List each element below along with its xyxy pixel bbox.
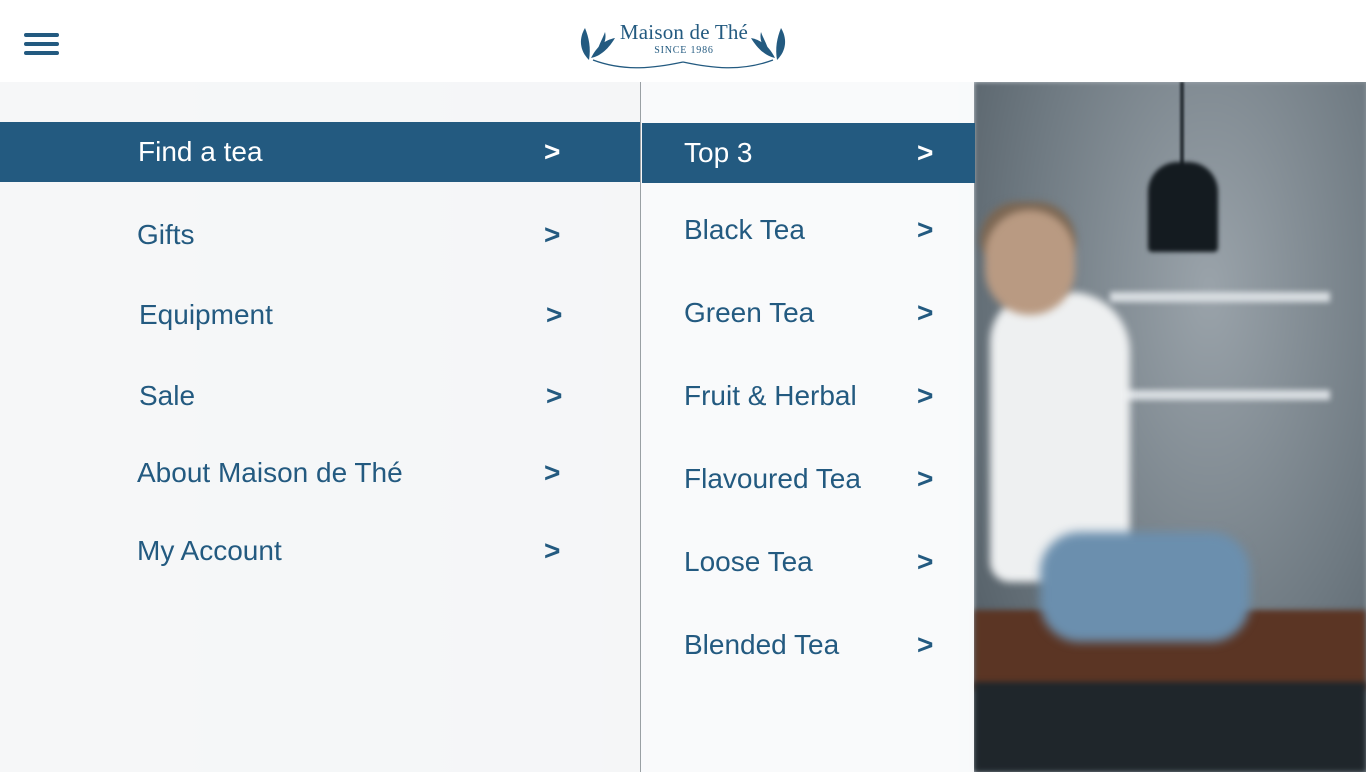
chevron-right-icon: > [917, 629, 934, 660]
hamburger-line [24, 42, 59, 46]
submenu-item-blended-tea[interactable]: Blended Tea > [642, 615, 975, 675]
hamburger-line [24, 51, 59, 55]
submenu-item-label: Black Tea [684, 214, 805, 245]
counter-shadow [974, 682, 1366, 772]
chevron-right-icon: > [917, 463, 934, 494]
person-jeans [1040, 532, 1250, 642]
menu-item-label: Gifts [137, 219, 195, 250]
chevron-right-icon: > [917, 546, 934, 577]
submenu-item-top-3[interactable]: Top 3 > [642, 123, 975, 183]
main-menu: Find a tea > Gifts > Equipment > Sale > … [0, 82, 640, 772]
chevron-right-icon: > [917, 297, 934, 328]
submenu-item-label: Blended Tea [684, 629, 840, 660]
menu-item-about[interactable]: About Maison de Thé > [0, 443, 640, 503]
chevron-right-icon: > [546, 299, 563, 330]
chevron-right-icon: > [544, 219, 561, 250]
menu-item-label: Find a tea [138, 136, 263, 167]
menu-item-label: Sale [139, 380, 196, 411]
submenu-item-label: Top 3 [684, 137, 753, 168]
chevron-right-icon: > [544, 535, 561, 566]
menu-item-gifts[interactable]: Gifts > [0, 205, 640, 265]
pendant-lamp [1148, 162, 1218, 252]
site-header: Maison de Thé SINCE 1986 [0, 0, 1366, 82]
submenu-item-flavoured-tea[interactable]: Flavoured Tea > [642, 449, 975, 509]
chevron-right-icon: > [917, 137, 934, 168]
submenu-item-black-tea[interactable]: Black Tea > [642, 200, 975, 260]
menu-item-label: My Account [137, 535, 282, 566]
lamp-cord [1180, 82, 1184, 172]
chevron-right-icon: > [546, 380, 563, 411]
submenu-item-label: Fruit & Herbal [684, 380, 857, 411]
menu-item-equipment[interactable]: Equipment > [0, 285, 640, 345]
shelf [1110, 390, 1330, 400]
menu-item-label: About Maison de Thé [137, 457, 403, 488]
shelf [1110, 292, 1330, 302]
submenu-item-fruit-herbal[interactable]: Fruit & Herbal > [642, 366, 975, 426]
brand-since: SINCE 1986 [654, 45, 714, 56]
chevron-right-icon: > [917, 214, 934, 245]
chevron-right-icon: > [544, 136, 561, 167]
submenu-item-label: Green Tea [684, 297, 815, 328]
menu-item-find-a-tea[interactable]: Find a tea > [0, 122, 640, 182]
brand-logo[interactable]: Maison de Thé SINCE 1986 [575, 16, 791, 72]
menu-item-my-account[interactable]: My Account > [0, 521, 640, 581]
person-head [985, 210, 1075, 315]
sub-menu: Top 3 > Black Tea > Green Tea > Fruit & … [640, 82, 975, 772]
menu-item-sale[interactable]: Sale > [0, 366, 640, 426]
submenu-item-label: Loose Tea [684, 546, 813, 577]
hamburger-line [24, 33, 59, 37]
menu-item-label: Equipment [139, 299, 273, 330]
chevron-right-icon: > [544, 457, 561, 488]
hamburger-menu-icon[interactable] [24, 31, 60, 59]
submenu-item-green-tea[interactable]: Green Tea > [642, 283, 975, 343]
submenu-item-label: Flavoured Tea [684, 463, 861, 494]
brand-name: Maison de Thé [619, 20, 749, 44]
chevron-right-icon: > [917, 380, 934, 411]
submenu-item-loose-tea[interactable]: Loose Tea > [642, 532, 975, 592]
